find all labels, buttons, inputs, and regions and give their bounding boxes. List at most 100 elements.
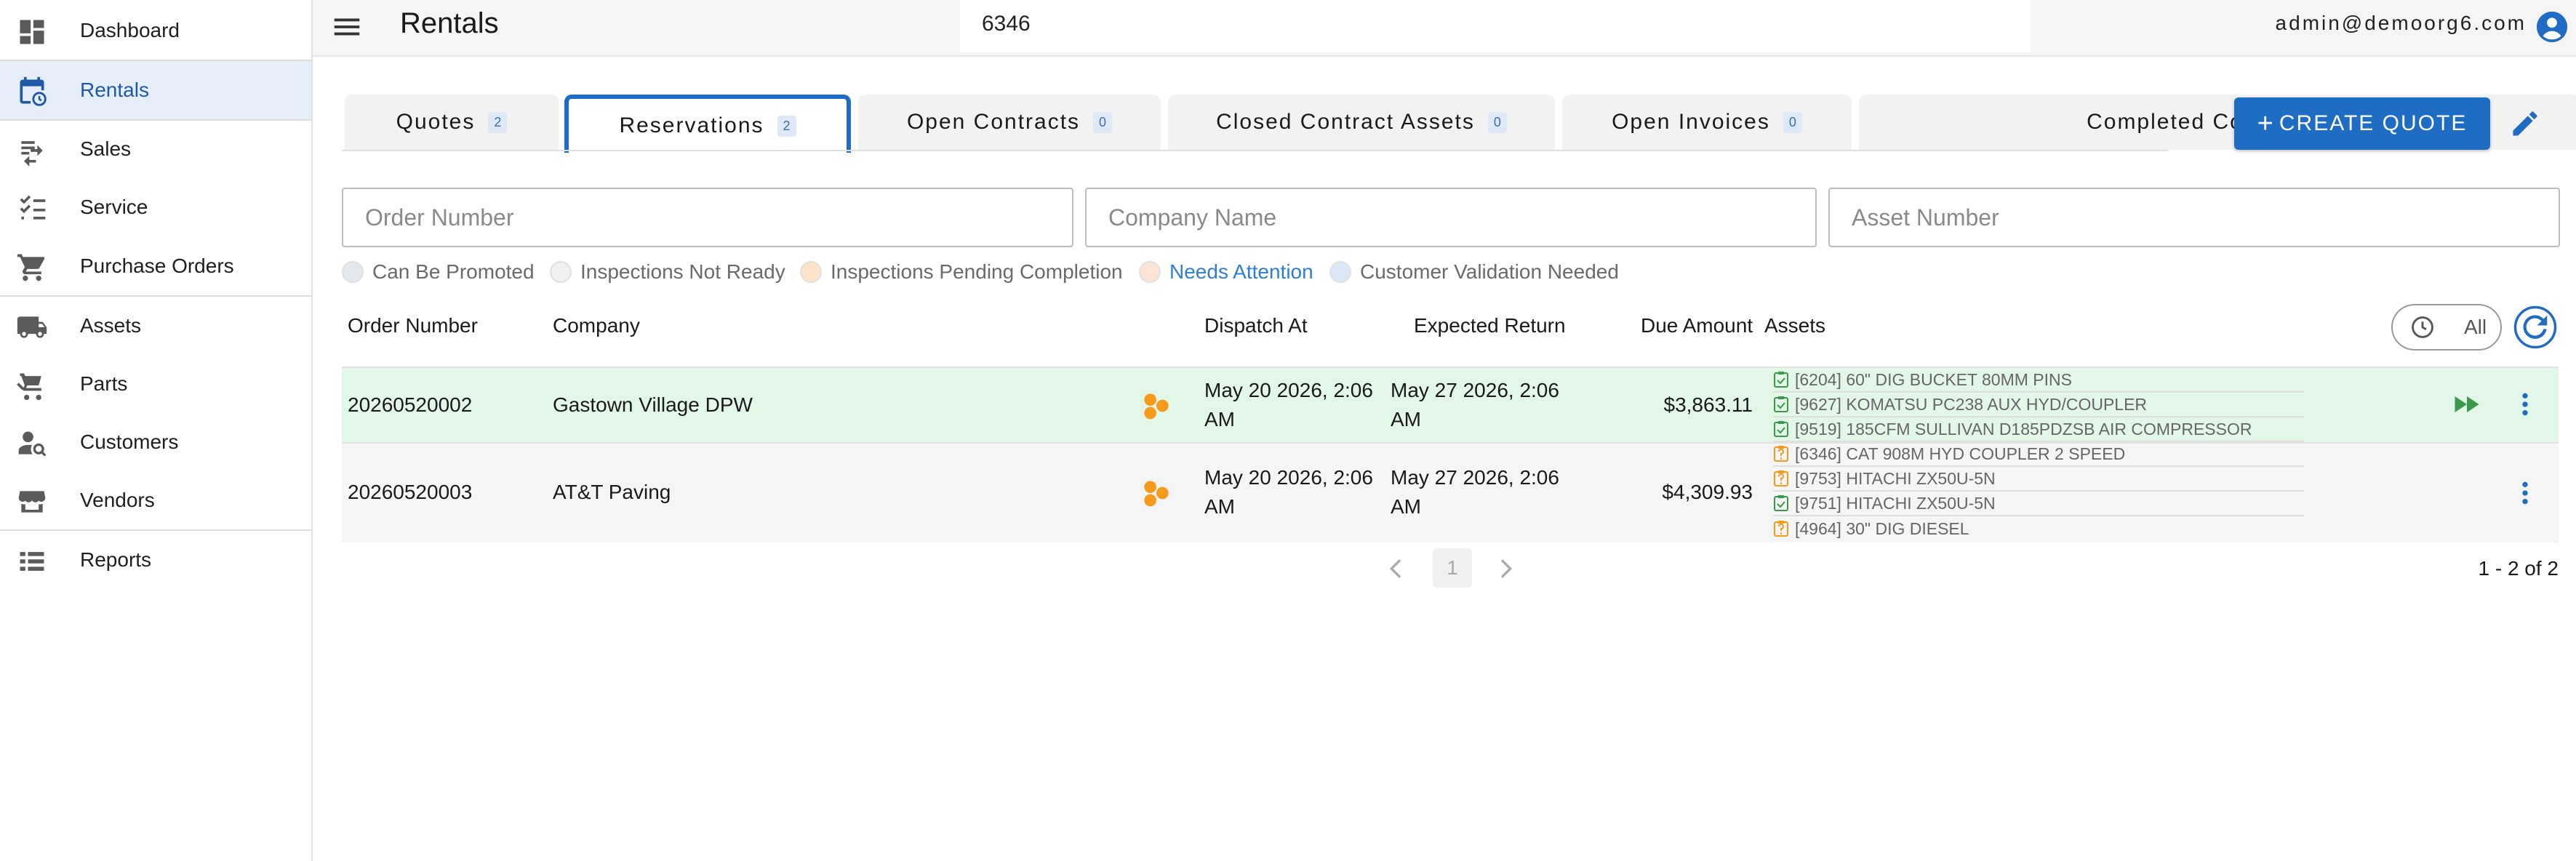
cart-icon	[17, 254, 45, 281]
expected-return-cell-line2: AM	[1391, 408, 1421, 430]
asset-label: [6204] 60" DIG BUCKET 80MM PINS	[1795, 369, 2072, 389]
legend-inspections-not-ready[interactable]: Inspections Not Ready	[550, 257, 785, 287]
sidebar-item-customers[interactable]: Customers	[0, 413, 311, 471]
legend-inspections-pending-completion[interactable]: Inspections Pending Completion	[800, 257, 1123, 287]
sidebar: Dashboard Rentals Sales Service Purchase…	[0, 0, 313, 861]
column-header-due-amount[interactable]: Due Amount	[1641, 314, 1753, 337]
sidebar-item-label: Service	[80, 196, 148, 218]
tab-label: Reservations	[619, 113, 764, 137]
tab-count-badge: 0	[1487, 111, 1507, 133]
rentals-icon	[20, 76, 47, 106]
search-input[interactable]: 6346	[960, 0, 2031, 52]
sidebar-item-dashboard[interactable]: Dashboard	[0, 1, 311, 60]
account-circle-icon[interactable]	[2535, 10, 2569, 44]
column-header-expected-return[interactable]: Expected Return	[1414, 314, 1566, 337]
sidebar-item-vendors[interactable]: Vendors	[0, 471, 311, 529]
tab-label: Open Invoices	[1612, 110, 1770, 134]
order-number-cell[interactable]: 20260520002	[348, 390, 472, 420]
asset-label: [9627] KOMATSU PC238 AUX HYD/COUPLER	[1795, 394, 2148, 414]
tab-closed-contract-assets[interactable]: Closed Contract Assets 0	[1168, 95, 1555, 150]
dispatch-at-cell-line2: AM	[1204, 495, 1235, 518]
dashboard-icon	[20, 20, 44, 44]
order-number-input[interactable]	[342, 188, 1073, 247]
time-filter-label: All	[2464, 316, 2487, 338]
clock-icon	[2412, 316, 2433, 338]
asset-label: [9519] 185CFM SULLIVAN D185PDZSB AIR COM…	[1795, 419, 2252, 438]
sidebar-item-label: Assets	[80, 314, 142, 337]
company-name-input[interactable]	[1085, 188, 1817, 247]
sidebar-item-service[interactable]: Service	[0, 178, 311, 236]
pagination-page-button[interactable]: 1	[1433, 548, 1472, 588]
sidebar-item-parts[interactable]: Parts	[0, 355, 311, 413]
asset-list-item[interactable]: [6346] CAT 908M HYD COUPLER 2 SPEED	[1773, 442, 2304, 467]
company-cell: Gastown Village DPW	[553, 393, 753, 416]
promote-fast-forward-icon[interactable]	[2451, 388, 2483, 420]
legend-dot	[1139, 261, 1161, 283]
legend-label: Inspections Pending Completion	[831, 260, 1123, 283]
pagination-range: 1 - 2 of 2	[2478, 557, 2559, 580]
tab-open-invoices[interactable]: Open Invoices 0	[1562, 95, 1852, 150]
asset-number-input[interactable]	[1828, 188, 2560, 247]
legend-label: Can Be Promoted	[372, 260, 535, 283]
legend-dot	[550, 261, 572, 283]
sales-icon	[21, 141, 43, 167]
column-header-dispatch-at[interactable]: Dispatch At	[1204, 314, 1308, 337]
refresh-icon[interactable]	[2513, 305, 2557, 349]
asset-list-item[interactable]: [6204] 60" DIG BUCKET 80MM PINS	[1773, 368, 2304, 393]
more-vert-icon[interactable]	[2511, 388, 2540, 420]
asset-ready-icon	[1774, 495, 1788, 511]
dispatch-at-cell-line2: AM	[1204, 408, 1235, 430]
legend-label: Needs Attention	[1169, 260, 1313, 283]
sidebar-item-label: Purchase Orders	[80, 255, 234, 277]
order-number-cell[interactable]: 20260520003	[348, 477, 472, 508]
tab-count-badge: 2	[777, 115, 796, 137]
time-filter-all-button[interactable]: All	[2391, 304, 2502, 351]
truck-icon	[17, 316, 47, 338]
legend-customer-validation-needed[interactable]: Customer Validation Needed	[1329, 257, 1619, 287]
asset-list-item[interactable]: [9627] KOMATSU PC238 AUX HYD/COUPLER	[1773, 393, 2304, 417]
sidebar-item-sales[interactable]: Sales	[0, 120, 311, 178]
tab-count-badge: 0	[1783, 111, 1802, 133]
asset-list-item[interactable]: [9753] HITACHI ZX50U-5N	[1773, 467, 2304, 492]
sidebar-item-purchase-orders[interactable]: Purchase Orders	[0, 237, 311, 295]
company-cell: AT&T Paving	[553, 481, 671, 503]
sidebar-item-label: Sales	[80, 137, 132, 160]
sidebar-item-rentals[interactable]: Rentals	[0, 61, 311, 119]
column-header-order-number[interactable]: Order Number	[348, 314, 478, 337]
asset-list-item[interactable]: [4964] 30" DIG DIESEL	[1773, 516, 2304, 541]
legend-needs-attention[interactable]: Needs Attention	[1139, 257, 1313, 287]
hexagon-status-icon	[1144, 393, 1169, 420]
legend-label: Inspections Not Ready	[580, 260, 785, 283]
hamburger-menu-icon[interactable]	[330, 10, 364, 44]
parts-icon	[17, 373, 41, 401]
more-vert-icon[interactable]	[2511, 477, 2540, 509]
chevron-left-icon[interactable]	[1382, 554, 1411, 583]
user-email: admin@demoorg6.com	[2275, 12, 2527, 34]
expected-return-cell-line1: May 27 2026, 2:06	[1391, 466, 1559, 489]
due-amount-cell: $4,309.93	[1662, 481, 1753, 503]
tab-reservations[interactable]: Reservations 2	[564, 95, 851, 153]
legend-can-be-promoted[interactable]: Can Be Promoted	[342, 257, 535, 287]
tab-open-contracts[interactable]: Open Contracts 0	[858, 95, 1161, 150]
customers-icon	[18, 431, 47, 457]
tab-count-badge: 0	[1093, 111, 1113, 133]
dispatch-at-cell-line1: May 20 2026, 2:06	[1204, 379, 1373, 401]
top-bar: Rentals 6346 admin@demoorg6.com	[313, 0, 2576, 57]
sidebar-item-label: Vendors	[80, 489, 155, 511]
create-quote-button[interactable]: + CREATE QUOTE	[2234, 97, 2490, 150]
column-header-company[interactable]: Company	[553, 314, 640, 337]
edit-pencil-icon[interactable]	[2509, 108, 2541, 140]
sidebar-item-assets[interactable]: Assets	[0, 297, 311, 355]
asset-list-item[interactable]: [9519] 185CFM SULLIVAN D185PDZSB AIR COM…	[1773, 417, 2304, 442]
tab-quotes[interactable]: Quotes 2	[345, 95, 559, 150]
column-header-assets[interactable]: Assets	[1764, 314, 1825, 337]
legend-dot	[1329, 261, 1351, 283]
asset-pending-icon	[1774, 521, 1788, 537]
tab-label: Quotes	[396, 110, 476, 134]
service-icon	[20, 195, 46, 220]
tab-label: Open Contracts	[906, 110, 1081, 134]
legend-dot	[800, 261, 822, 283]
chevron-right-icon[interactable]	[1491, 554, 1520, 583]
asset-list-item[interactable]: [9751] HITACHI ZX50U-5N	[1773, 492, 2304, 516]
sidebar-item-reports[interactable]: Reports	[0, 531, 311, 589]
